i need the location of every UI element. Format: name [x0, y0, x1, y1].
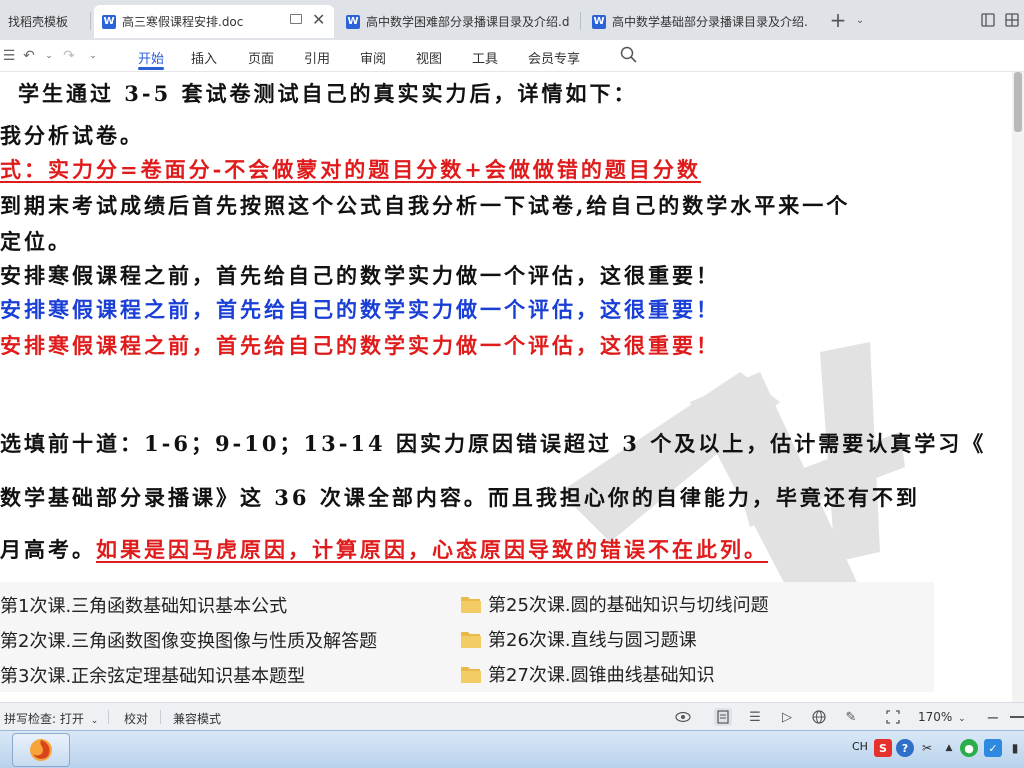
doc-line-1: 学生通过 3-5 套试卷测试自己的真实实力后，详情如下： [18, 81, 638, 106]
scrollbar-thumb[interactable] [1014, 72, 1022, 132]
active-menu-indicator [138, 67, 164, 70]
zoom-slider[interactable] [1010, 716, 1024, 718]
status-separator [108, 710, 109, 724]
wps-writer-icon: W [592, 14, 606, 29]
file-name: 第26次课.直线与圆习题课 [488, 630, 697, 651]
folder-icon [461, 597, 481, 613]
chevron-down-icon: ⌄ [90, 716, 99, 726]
chevron-down-icon: ⌄ [958, 714, 966, 724]
grid-view-icon[interactable] [1002, 10, 1022, 30]
file-item-left-1[interactable]: 第1次课.三角函数基础知识基本公式 [0, 592, 287, 618]
undo-icon[interactable]: ↶ [20, 48, 38, 64]
file-item-left-2[interactable]: 第2次课.三角函数图像变换图像与性质及解答题 [0, 627, 377, 653]
wps-writer-icon: W [102, 14, 116, 29]
doc-line-emphasis-red: 安排寒假课程之前，首先给自己的数学实力做一个评估，这很重要！ [0, 333, 720, 358]
layout-panel-icon[interactable] [978, 10, 998, 30]
doc-line-10: 数学基础部分录播课》这 36 次课全部内容。而且我担心你的自律能力，毕竟还有不到 [0, 485, 920, 510]
vertical-scrollbar[interactable] [1012, 72, 1024, 702]
menu-page[interactable]: 页面 [248, 48, 274, 67]
file-item-right-3[interactable]: 第27次课.圆锥曲线基础知识 [460, 661, 715, 687]
pen-icon[interactable]: ✎ [842, 708, 860, 726]
menu-references[interactable]: 引用 [304, 48, 330, 67]
tab-separator [90, 12, 91, 30]
wechat-icon[interactable]: ● [960, 739, 978, 757]
status-separator [160, 710, 161, 724]
embedded-file-list: 第1次课.三角函数基础知识基本公式 第2次课.三角函数图像变换图像与性质及解答题… [0, 582, 934, 692]
page-view-icon[interactable] [714, 708, 732, 726]
tray-expand-icon[interactable]: ▲ [940, 739, 958, 757]
tools-icon[interactable]: ✂ [918, 739, 936, 757]
doc-line-2: 我分析试卷。 [0, 123, 144, 148]
ribbon-menu-bar: ☰ ↶ ⌄ ↷ ⌄ 开始 插入 页面 引用 审阅 视图 工具 会员专享 [0, 40, 1024, 72]
tab-label: 高中数学基础部分录播课目录及介绍. [612, 15, 808, 29]
tab-difficult-catalog[interactable]: W 高中数学困难部分录播课目录及介绍.d [338, 5, 578, 38]
doc-line-11-start: 月高考。 [0, 537, 96, 562]
language-indicator[interactable]: CH [852, 740, 868, 753]
doc-line-9: 选填前十道：1-6；9-10；13-14 因实力原因错误超过 3 个及以上，估计… [0, 431, 987, 456]
firefox-icon [30, 739, 52, 761]
close-tab-icon[interactable]: ✕ [312, 10, 325, 29]
tab-label: 找稻壳模板 [8, 15, 69, 29]
sogou-input-icon[interactable]: S [874, 739, 892, 757]
file-name: 第1次课.三角函数基础知识基本公式 [0, 596, 288, 617]
compat-mode-label: 兼容模式 [173, 712, 222, 726]
tab-separator [580, 12, 581, 30]
zoom-level[interactable]: 170% ⌄ [918, 710, 966, 724]
eye-protection-icon[interactable] [674, 708, 692, 726]
tab-current-document[interactable]: W 高三寒假课程安排.doc ✕ [94, 5, 334, 38]
doc-line-5: 定位。 [0, 229, 72, 254]
doc-line-emphasis-blue: 安排寒假课程之前，首先给自己的数学实力做一个评估，这很重要！ [0, 297, 720, 322]
folder-icon [461, 632, 481, 648]
menu-review[interactable]: 审阅 [360, 48, 386, 67]
redo-icon[interactable]: ↷ [60, 48, 78, 64]
proofread-button[interactable]: 校对 [124, 710, 148, 727]
chevron-down-icon[interactable]: ⌄ [850, 10, 870, 30]
doc-line-11-note: 如果是因马虎原因，计算原因，心态原因导致的错误不在此列。 [96, 537, 768, 562]
spellcheck-toggle[interactable]: 拼写检查: 打开 ⌄ [4, 710, 98, 727]
file-item-right-2[interactable]: 第26次课.直线与圆习题课 [460, 626, 697, 652]
outline-view-icon[interactable]: ☰ [746, 708, 764, 726]
file-item-right-1[interactable]: 第25次课.圆的基础知识与切线问题 [460, 591, 769, 617]
window-restore-icon[interactable] [290, 14, 302, 24]
web-view-icon[interactable] [810, 708, 828, 726]
wps-writer-icon: W [346, 14, 360, 29]
security-shield-icon[interactable]: ✓ [984, 739, 1002, 757]
network-icon[interactable]: ▮ [1006, 739, 1024, 757]
help-icon[interactable]: ? [896, 739, 914, 757]
file-name: 第25次课.圆的基础知识与切线问题 [488, 595, 769, 616]
taskbar-app-button[interactable] [12, 733, 70, 767]
menu-tools[interactable]: 工具 [472, 48, 498, 67]
search-icon[interactable] [620, 46, 638, 64]
tab-basic-catalog[interactable]: W 高中数学基础部分录播课目录及介绍. [584, 5, 820, 38]
file-name: 第27次课.圆锥曲线基础知识 [488, 665, 715, 686]
spellcheck-label: 拼写检查: 打开 [4, 712, 84, 726]
new-tab-icon[interactable]: + [828, 8, 848, 32]
tab-label: 高中数学困难部分录播课目录及介绍.d [366, 15, 570, 29]
file-item-left-3[interactable]: 第3次课.正余弦定理基础知识基本题型 [0, 662, 305, 688]
doc-line-emphasis-black: 安排寒假课程之前，首先给自己的数学实力做一个评估，这很重要！ [0, 263, 720, 288]
folder-icon [461, 667, 481, 683]
menu-view[interactable]: 视图 [416, 48, 442, 67]
menu-icon[interactable]: ☰ [0, 48, 18, 64]
os-taskbar: CH S ? ✂ ▲ ● ✓ ▮ [0, 730, 1024, 768]
tab-label: 高三寒假课程安排.doc [122, 15, 244, 29]
document-canvas[interactable]: 学生通过 3-5 套试卷测试自己的真实实力后，详情如下： 我分析试卷。 式：实力… [0, 72, 1024, 702]
menu-member[interactable]: 会员专享 [528, 48, 580, 67]
zoom-value: 170% [918, 710, 953, 724]
status-bar: 拼写检查: 打开 ⌄ 校对 兼容模式 ☰ ▷ ✎ 170% ⌄ − [0, 702, 1024, 730]
tab-docer-templates[interactable]: 找稻壳模板 [0, 5, 88, 38]
doc-line-4: 到期末考试成绩后首先按照这个公式自我分析一下试卷,给自己的数学水平来一个 [0, 193, 851, 218]
file-name: 第2次课.三角函数图像变换图像与性质及解答题 [0, 631, 378, 652]
menu-insert[interactable]: 插入 [191, 48, 217, 67]
play-icon[interactable]: ▷ [778, 708, 796, 726]
menu-home[interactable]: 开始 [138, 48, 164, 67]
zoom-out-icon[interactable]: − [984, 708, 1002, 727]
chevron-down-icon[interactable]: ⌄ [84, 48, 102, 64]
title-tab-bar: 找稻壳模板 W 高三寒假课程安排.doc ✕ W 高中数学困难部分录播课目录及介… [0, 0, 1024, 40]
doc-line-11: 月高考。如果是因马虎原因，计算原因，心态原因导致的错误不在此列。 [0, 534, 768, 564]
chevron-down-icon[interactable]: ⌄ [40, 48, 58, 64]
fit-page-icon[interactable] [884, 708, 902, 726]
doc-line-formula: 式：实力分=卷面分-不会做蒙对的题目分数+会做做错的题目分数 [0, 157, 701, 182]
file-name: 第3次课.正余弦定理基础知识基本题型 [0, 666, 306, 687]
